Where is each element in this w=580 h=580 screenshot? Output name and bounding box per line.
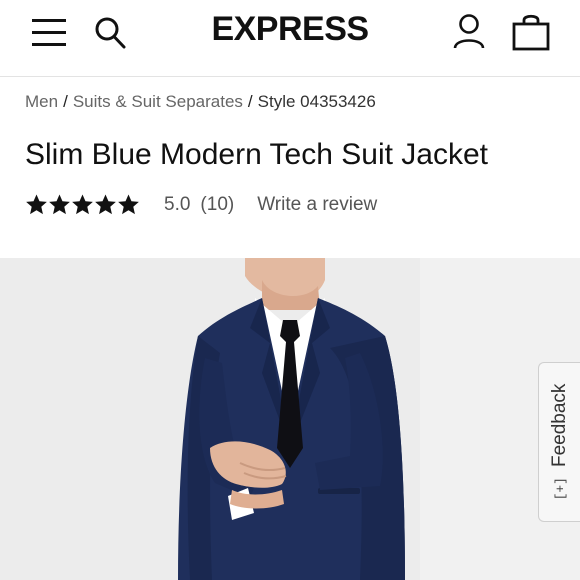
feedback-tab[interactable]: [+] Feedback xyxy=(538,362,580,522)
write-review-link[interactable]: Write a review xyxy=(257,194,377,216)
breadcrumb-men[interactable]: Men xyxy=(25,92,58,111)
feedback-label: Feedback xyxy=(548,383,570,468)
breadcrumb: Men / Suits & Suit Separates / Style 0435342… xyxy=(25,92,376,112)
review-count[interactable]: (10) xyxy=(200,194,234,216)
feedback-tab-content: [+] Feedback xyxy=(549,384,571,501)
express-logo[interactable]: EXPRESS xyxy=(0,10,580,49)
star-rating[interactable] xyxy=(25,193,140,216)
feedback-plus-icon: [+] xyxy=(552,477,567,501)
model-wearing-suit-image xyxy=(0,258,580,580)
product-title: Slim Blue Modern Tech Suit Jacket xyxy=(25,138,488,171)
breadcrumb-suits-suit-separates[interactable]: Suits & Suit Separates xyxy=(73,92,243,111)
rating-row: 5.0 (10) Write a review xyxy=(25,193,377,216)
site-header: EXPRESS xyxy=(0,0,580,66)
shopping-bag-icon[interactable] xyxy=(510,12,552,52)
star-icon xyxy=(72,194,93,215)
account-icon[interactable] xyxy=(451,12,487,52)
star-icon xyxy=(26,194,47,215)
header-divider xyxy=(0,76,580,77)
breadcrumb-separator: / xyxy=(247,92,253,111)
breadcrumb-style-number: Style 04353426 xyxy=(257,92,376,111)
breadcrumb-separator: / xyxy=(63,92,68,111)
star-icon xyxy=(49,194,70,215)
product-image[interactable] xyxy=(0,258,580,580)
rating-score: 5.0 xyxy=(164,193,191,215)
star-icon xyxy=(118,194,139,215)
star-icon xyxy=(95,194,116,215)
